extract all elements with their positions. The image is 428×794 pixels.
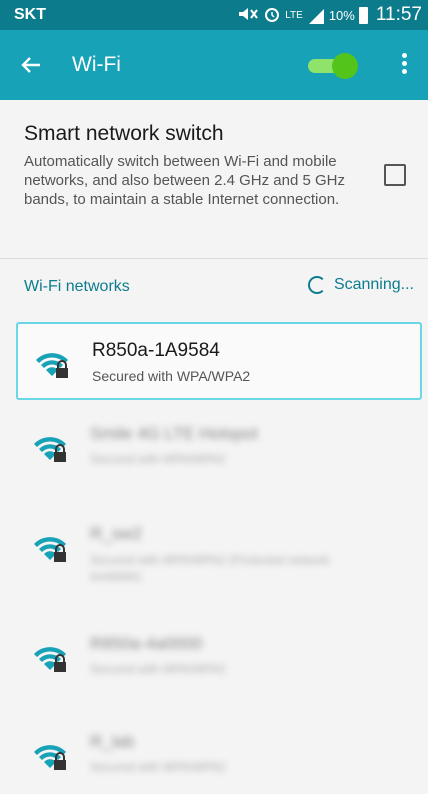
status-bar: SKT LTE 10% 11:57 [0,0,428,30]
network-item[interactable]: Smile 4G LTE Hotspot Secured with WPA/WP… [16,408,422,486]
network-item[interactable]: R_sw2 Secured with WPA/WPA2 (Protected n… [16,508,422,586]
network-security: Secured with WPA/WPA2 [90,760,226,774]
app-bar: Wi-Fi [0,30,428,100]
smart-switch-description: Automatically switch between Wi-Fi and m… [24,153,346,208]
divider [0,258,428,259]
network-name: R850a-4a0000 [90,634,203,653]
network-name: R_lab [90,732,135,751]
network-name: R850a-1A9584 [92,340,220,361]
wifi-locked-icon [32,738,68,774]
network-security: Secured with WPA/WPA2 (Protected network… [90,553,330,583]
more-options-icon[interactable] [392,50,416,82]
network-name: R_sw2 [90,524,142,543]
wifi-networks-header: Wi-Fi networks [24,278,130,295]
signal-icon [308,8,324,24]
toggle-knob [332,53,358,79]
network-name: Smile 4G LTE Hotspot [90,424,258,443]
wifi-toggle[interactable] [306,53,358,79]
wifi-locked-icon [32,430,68,466]
wifi-locked-icon [32,640,68,676]
page-title: Wi-Fi [72,53,121,76]
carrier-label: SKT [14,6,46,23]
mute-icon [237,6,259,25]
smart-network-switch[interactable]: Smart network switch Automatically switc… [0,100,428,258]
wifi-locked-icon [34,346,70,382]
network-item[interactable]: R_lab Secured with WPA/WPA2 [16,716,422,794]
wifi-locked-icon [32,530,68,566]
network-item[interactable]: R850a-4a0000 Secured with WPA/WPA2 [16,618,422,696]
network-security: Secured with WPA/WPA2 [90,662,226,676]
network-security: Secured with WPA/WPA2 [90,452,226,466]
back-arrow-icon[interactable] [14,48,48,82]
network-type-label: LTE [285,9,303,21]
alarm-icon [263,5,281,26]
scanning-spinner-icon [307,276,326,294]
scanning-label: Scanning... [333,276,414,293]
network-item[interactable]: R850a-1A9584 Secured with WPA/WPA2 [16,322,422,400]
smart-switch-checkbox[interactable] [384,164,406,186]
network-security: Secured with WPA/WPA2 [92,368,251,384]
scan-status[interactable]: Scanning... [307,276,414,294]
battery-icon [358,6,368,24]
battery-label: 10% [328,7,355,23]
clock: 11:57 [375,4,422,25]
status-icons: LTE 10% 11:57 [237,4,422,26]
smart-switch-title: Smart network switch [24,122,224,145]
